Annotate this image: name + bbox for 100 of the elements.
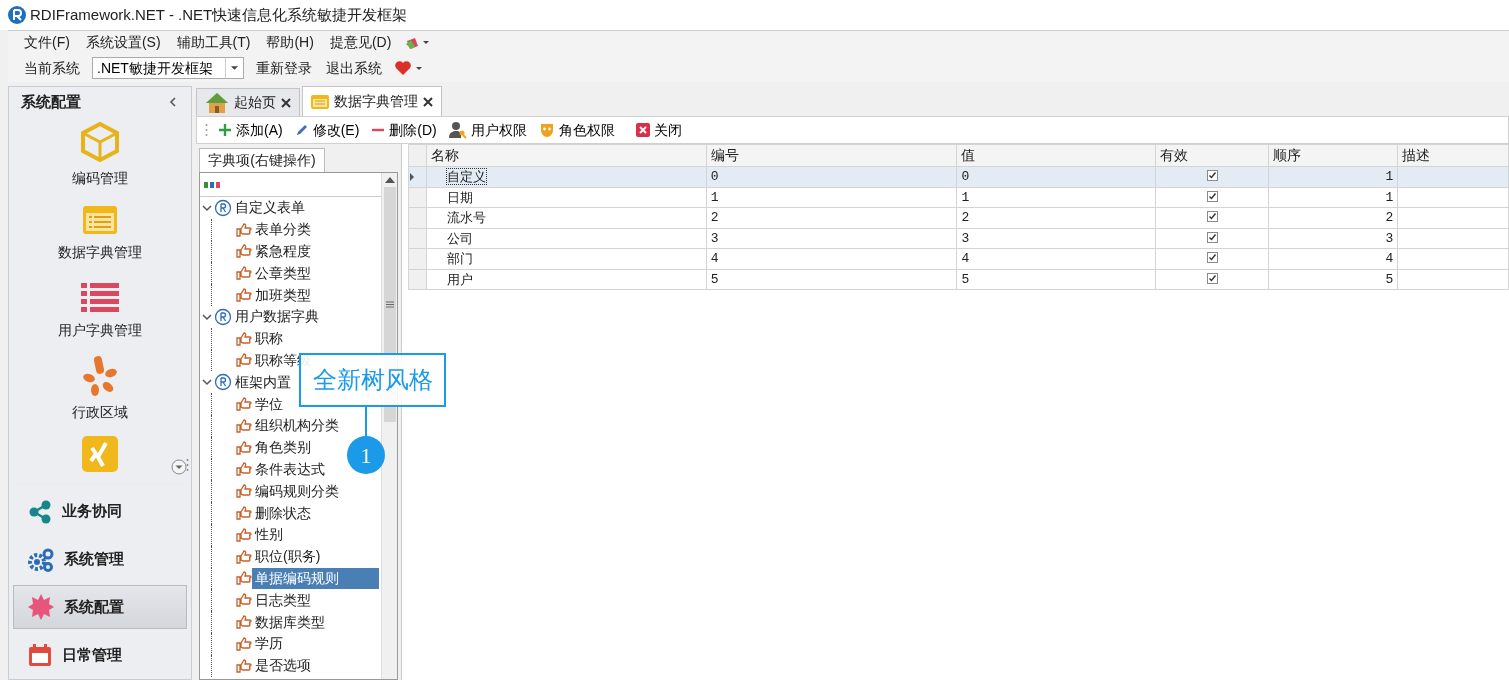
sidebar-title: 系统配置: [21, 91, 81, 112]
tree-node[interactable]: 日志类型: [252, 589, 314, 611]
close-icon[interactable]: [423, 96, 433, 107]
sidebar-tile[interactable]: 数据字典管理: [9, 194, 191, 273]
tree-node[interactable]: 表单分类: [252, 219, 314, 241]
column-header[interactable]: 值: [956, 144, 1156, 167]
checked-checkbox[interactable]: [1206, 170, 1218, 181]
nav-item[interactable]: 业务协同: [13, 489, 187, 534]
table-cell: 部门: [426, 248, 707, 269]
row-header[interactable]: [408, 166, 427, 187]
toolbar-button[interactable]: 添加(A): [216, 119, 285, 141]
tree-node[interactable]: 职位(职务): [252, 546, 324, 568]
column-header[interactable]: 描述: [1397, 144, 1509, 167]
hand-pointer-icon: [236, 353, 252, 368]
toolbar-button[interactable]: 用户权限: [446, 119, 529, 141]
column-header[interactable]: 名称: [426, 144, 707, 167]
tab[interactable]: 数据字典管理: [302, 86, 442, 116]
menu-item[interactable]: 帮助(H): [264, 32, 316, 53]
x-tile-icon[interactable]: [82, 435, 118, 472]
tree-node[interactable]: 用户数据字典: [232, 306, 322, 328]
menu-item[interactable]: 文件(F): [22, 32, 72, 53]
panel-tab[interactable]: 字典项(右键操作): [199, 148, 325, 172]
current-row-icon: [409, 173, 415, 181]
tree-node[interactable]: 公章类型: [252, 262, 314, 284]
tree-node[interactable]: 角色类别: [252, 437, 314, 459]
tree-node[interactable]: 性别: [252, 524, 286, 546]
tree-node[interactable]: 数据库类型: [252, 611, 328, 633]
hand-pointer-icon: [236, 549, 252, 564]
toolbar-button[interactable]: 角色权限: [536, 119, 617, 141]
user-key-icon: [448, 121, 467, 139]
hand-pointer-icon: [236, 636, 252, 651]
nav-item[interactable]: 日常管理: [13, 633, 187, 677]
table-cell: 2: [706, 207, 957, 228]
tree-node[interactable]: 自定义表单: [232, 197, 308, 219]
system-select[interactable]: .NET敏捷开发框架: [92, 57, 244, 79]
table-cell: 用户: [426, 269, 707, 290]
expand-chevron-icon[interactable]: [200, 202, 214, 213]
sidebar-tile[interactable]: 用户字典管理: [9, 272, 191, 351]
hand-pointer-icon: [236, 615, 252, 630]
toolbar-button[interactable]: 修改(E): [292, 119, 362, 141]
hand-pointer-icon: [236, 658, 252, 673]
checked-checkbox[interactable]: [1206, 190, 1218, 202]
tree-node[interactable]: 学位: [252, 393, 286, 415]
table-cell: 1: [956, 187, 1156, 208]
tree-node[interactable]: 条件表达式: [252, 458, 328, 480]
circled-r-icon: [214, 198, 232, 217]
column-header[interactable]: 编号: [706, 144, 957, 167]
tab[interactable]: 起始页: [196, 88, 300, 116]
circled-r-icon: [214, 373, 232, 392]
sidebar-tile[interactable]: 行政区域: [9, 350, 191, 429]
collapse-icon[interactable]: [169, 96, 177, 107]
hand-pointer-icon: [236, 571, 252, 586]
hand-pointer-icon: [236, 418, 252, 433]
hand-pointer-icon: [236, 506, 252, 521]
toolbar-button[interactable]: 删除(D): [369, 119, 439, 141]
toolbar-link[interactable]: 退出系统: [324, 57, 384, 79]
sort-icon[interactable]: [204, 180, 220, 189]
heart-dropdown-icon[interactable]: [394, 60, 422, 76]
table-cell: 3: [956, 228, 1156, 249]
sidebar-tile[interactable]: 编码管理: [9, 116, 191, 195]
expand-chevron-icon[interactable]: [200, 377, 214, 388]
table-cell: 4: [956, 248, 1156, 269]
tile-label: 数据字典管理: [58, 243, 142, 263]
close-icon[interactable]: [281, 97, 291, 108]
tile-label: 编码管理: [72, 169, 128, 189]
tree-node[interactable]: 组织机构分类: [252, 415, 342, 437]
column-header[interactable]: 有效: [1155, 144, 1269, 167]
tree-node[interactable]: 紧急程度: [252, 241, 314, 262]
expand-chevron-icon[interactable]: [200, 311, 214, 322]
menu-item[interactable]: 提意见(D): [327, 32, 394, 53]
tree-node[interactable]: 删除状态: [252, 502, 314, 524]
scroll-down-icon[interactable]: [171, 458, 187, 475]
checked-checkbox[interactable]: [1206, 231, 1218, 243]
table-cell: 日期: [426, 187, 707, 208]
document-list-icon: [311, 93, 329, 110]
tree-node[interactable]: 加班类型: [252, 284, 314, 306]
splitter-grip[interactable]: [186, 458, 189, 472]
tree-node[interactable]: 职称: [252, 328, 286, 350]
menu-item[interactable]: 辅助工具(T): [174, 32, 253, 53]
nav-item[interactable]: 系统管理: [13, 537, 187, 582]
toolbar-button[interactable]: 关闭: [633, 119, 684, 141]
gears-icon: [28, 547, 54, 572]
column-header[interactable]: 顺序: [1268, 144, 1398, 167]
menu-item[interactable]: 系统设置(S): [83, 32, 163, 53]
bag-dropdown-icon[interactable]: [405, 35, 430, 50]
tree-node[interactable]: 学历: [252, 633, 286, 655]
tree-node[interactable]: 单据编码规则: [252, 567, 379, 589]
nav-item[interactable]: 系统配置: [13, 585, 187, 630]
table-cell: 3: [1268, 228, 1398, 249]
tree-node[interactable]: 是否选项: [252, 655, 314, 677]
hand-pointer-icon: [236, 331, 252, 346]
hand-pointer-icon: [236, 288, 252, 303]
toolbar-link[interactable]: 重新登录: [254, 57, 314, 79]
table-cell: 2: [1268, 207, 1398, 228]
checked-checkbox[interactable]: [1206, 211, 1218, 222]
tile-label: 行政区域: [72, 403, 128, 423]
tree-node[interactable]: 编码规则分类: [252, 480, 342, 502]
checked-checkbox[interactable]: [1206, 252, 1218, 263]
checked-checkbox[interactable]: [1206, 272, 1218, 284]
tree-node[interactable]: 框架内置: [232, 371, 294, 393]
